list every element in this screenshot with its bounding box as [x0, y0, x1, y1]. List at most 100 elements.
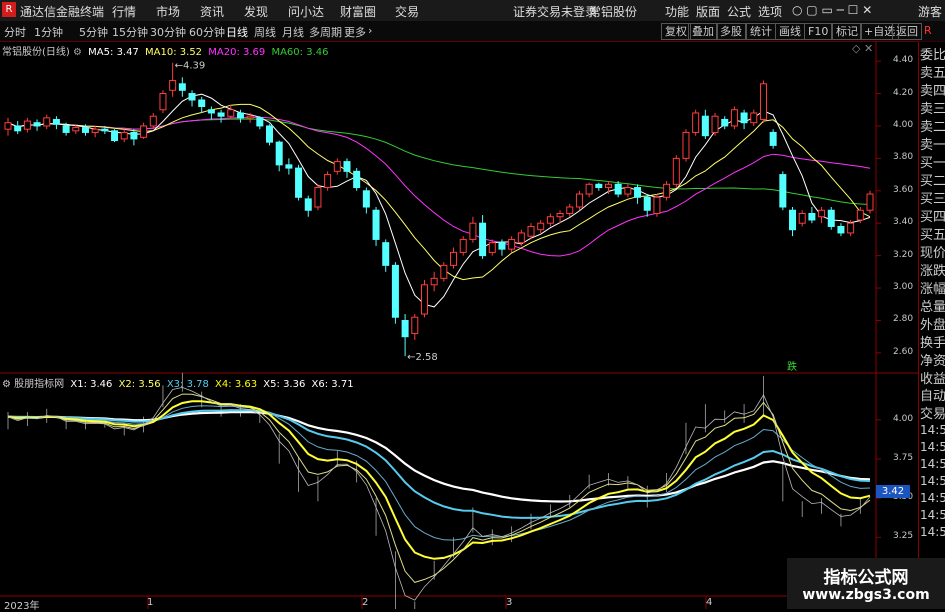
candle-body	[866, 193, 874, 211]
candle-body	[692, 112, 700, 133]
candle-body	[614, 183, 622, 195]
period-15min[interactable]: 15分钟	[112, 24, 148, 40]
y-tick-label: 3.00	[893, 282, 914, 293]
menu-item-faxian[interactable]: 发现	[244, 3, 268, 20]
menu-item-jiaoyi[interactable]: 交易	[395, 3, 419, 20]
candle-body	[62, 125, 70, 133]
period-toolbar: 分时 1分钟 5分钟 15分钟 30分钟 60分钟 日线 周线 月线 多周期 更…	[0, 21, 945, 42]
candle-body	[847, 222, 855, 234]
low-price-label: ←2.58	[407, 352, 438, 363]
menu-item-banmian[interactable]: 版面	[696, 3, 720, 20]
duogu-button[interactable]: 多股	[716, 23, 746, 40]
candle-body	[295, 167, 303, 198]
period-multi[interactable]: 多周期	[309, 24, 342, 40]
x4-label: X4: 3.63	[215, 379, 258, 390]
period-30min[interactable]: 30分钟	[150, 24, 186, 40]
candle-body	[140, 125, 148, 138]
quote-sidebar: 委比 卖五 卖四 卖三 卖二 卖一 买一 买二 买三 买四 买五 现价 涨跌 涨幅 总量 外盘 换手 净资 收益 自动…	[918, 42, 945, 609]
candle-body	[33, 122, 41, 127]
chevron-right-icon[interactable]: ›	[368, 24, 372, 37]
menu-item-caifuquan[interactable]: 财富圈	[340, 3, 376, 20]
candle-body	[537, 222, 545, 231]
login-status[interactable]: 证券交易未登录	[513, 3, 597, 20]
candle-body	[430, 277, 438, 286]
sidebar-time: 14:56	[920, 423, 945, 437]
candle-body	[818, 209, 826, 218]
candle-body	[779, 174, 787, 208]
y-tick-label: 4.00	[893, 119, 914, 130]
sidebar-label: 卖一	[920, 138, 945, 153]
r-icon[interactable]: R	[921, 23, 935, 38]
candle-body	[672, 157, 680, 185]
sidebar-label: 卖三	[920, 102, 945, 117]
sidebar-auto-trade[interactable]: 交易	[920, 403, 945, 422]
menu-item-gongneng[interactable]: 功能	[665, 3, 689, 20]
menu-item-hangqing[interactable]: 行情	[112, 3, 136, 20]
x6-label: X6: 3.71	[311, 379, 354, 390]
high-price-label: ←4.39	[175, 61, 206, 72]
menu-item-xuanxiang[interactable]: 选项	[758, 3, 782, 20]
y-tick-label: 4.40	[893, 55, 914, 66]
sidebar-label: 买四	[920, 210, 945, 225]
window-controls-icon[interactable]: ○ ▢ ▭ ─ ☐ ✕	[792, 3, 872, 17]
candle-body	[391, 264, 399, 318]
watermark-title: 指标公式网	[823, 568, 909, 588]
period-60min[interactable]: 60分钟	[189, 24, 225, 40]
period-1min[interactable]: 1分钟	[34, 24, 63, 40]
menu-item-zixun[interactable]: 资讯	[200, 3, 224, 20]
period-more[interactable]: 更多	[344, 24, 366, 40]
time-label-month-4: 4	[706, 597, 713, 608]
candle-body	[14, 125, 22, 132]
candle-body	[711, 115, 719, 133]
period-week[interactable]: 周线	[254, 24, 276, 40]
huaxian-button[interactable]: 画线	[775, 23, 805, 40]
menu-item-gongshi[interactable]: 公式	[727, 3, 751, 20]
candle-body	[604, 183, 612, 189]
candle-body	[789, 209, 797, 231]
candle-body	[101, 128, 109, 132]
app-title: 通达信金融终端	[20, 5, 105, 19]
current-stock-name: 常铝股份	[589, 5, 638, 19]
candle-body	[508, 238, 516, 250]
candle-body	[682, 131, 690, 159]
ma10-line	[7, 103, 871, 281]
menu-item-wenxiaoda[interactable]: 问小达	[288, 3, 324, 20]
user-label[interactable]: 游客	[918, 3, 942, 20]
y-tick-label: 2.80	[893, 314, 914, 325]
sidebar-label: 卖五	[920, 66, 945, 81]
x1-label: X1: 3.46	[70, 379, 113, 390]
candle-body	[440, 264, 448, 279]
y-tick-label: 3.60	[893, 184, 914, 195]
kline-chart[interactable]: ←4.39 ←2.58	[0, 41, 918, 609]
candle-body	[566, 206, 574, 214]
candle-body	[575, 193, 583, 208]
candle-body	[827, 209, 835, 227]
tongji-button[interactable]: 统计	[746, 23, 776, 40]
period-fenshi[interactable]: 分时	[4, 24, 26, 40]
period-day[interactable]: 日线	[226, 24, 248, 40]
biaoji-button[interactable]: 标记	[832, 23, 862, 40]
candle-body	[479, 222, 487, 257]
sidebar-label: 涨幅	[920, 282, 945, 297]
sidebar-label: 涨跌	[920, 264, 945, 279]
period-month[interactable]: 月线	[282, 24, 304, 40]
candle-body	[304, 198, 312, 211]
candle-body	[459, 238, 467, 253]
candle-body	[23, 120, 31, 130]
indicator-y-tick-label: 3.25	[893, 531, 914, 542]
candle-body	[488, 242, 496, 253]
sidebar-auto-trade[interactable]: 自动	[920, 385, 945, 404]
x4-line	[7, 400, 871, 560]
period-5min[interactable]: 5分钟	[79, 24, 108, 40]
candle-body	[81, 127, 89, 133]
menu-item-shichang[interactable]: 市场	[156, 3, 180, 20]
gear-icon[interactable]: ⚙	[2, 379, 11, 390]
f10-button[interactable]: F10	[804, 23, 833, 40]
x5-label: X5: 3.36	[263, 379, 306, 390]
app-logo-icon: R	[2, 2, 16, 17]
fuquan-button[interactable]: 复权	[661, 23, 691, 40]
back-button[interactable]: 返回	[892, 23, 922, 40]
candle-body	[420, 284, 428, 315]
sidebar-label: 净资	[920, 354, 945, 369]
diejia-button[interactable]: 叠加	[688, 23, 718, 40]
